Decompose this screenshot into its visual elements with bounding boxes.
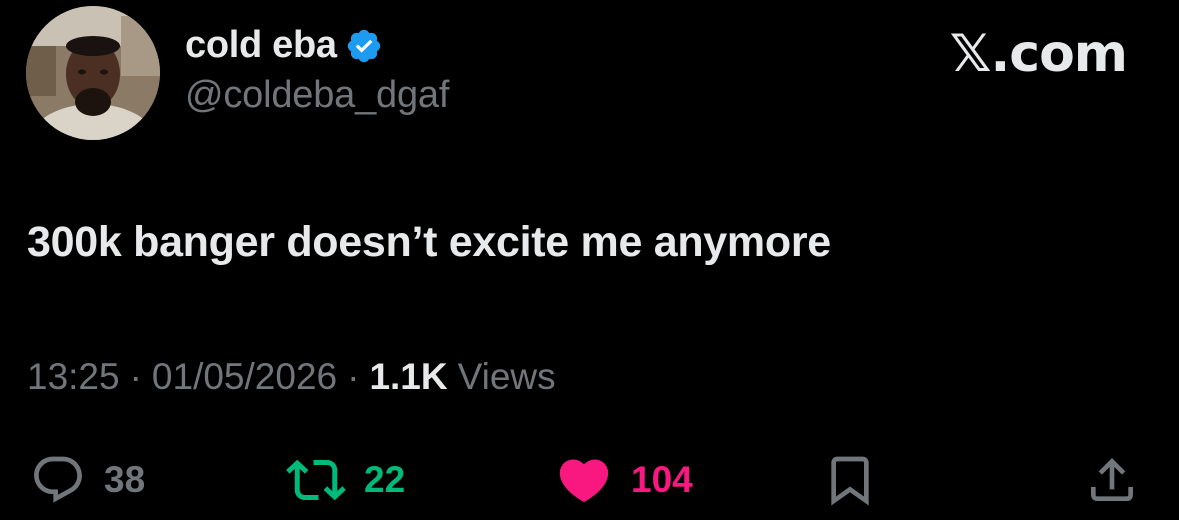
share-icon <box>1091 458 1133 501</box>
meta-separator: · <box>129 356 142 397</box>
tweet-card: cold eba @coldeba_dgaf 𝕏.com 300k banger… <box>0 0 1179 520</box>
tweet-text: 300k banger doesn’t excite me anymore <box>27 218 831 266</box>
reply-button[interactable]: 38 <box>30 450 145 510</box>
tweet-meta: 13:25 · 01/05/2026 · 1.1K Views <box>27 356 556 398</box>
tweet-date[interactable]: 01/05/2026 <box>152 356 337 398</box>
verified-badge-icon <box>347 29 380 63</box>
action-bar: 38 22 104 <box>0 450 1179 510</box>
avatar[interactable] <box>26 6 160 140</box>
views-count: 1.1K <box>369 356 448 397</box>
retweet-button[interactable]: 22 <box>286 450 405 510</box>
reply-count: 38 <box>104 459 146 500</box>
bookmark-icon <box>831 456 869 506</box>
retweet-arrows-icon <box>286 459 346 501</box>
like-count: 104 <box>631 459 693 500</box>
meta-separator: · <box>347 356 360 397</box>
brand-watermark: 𝕏.com <box>949 24 1128 84</box>
heart-icon <box>559 459 609 503</box>
author-name-row: cold eba <box>185 20 383 70</box>
reply-bubble-icon <box>34 456 82 503</box>
share-button[interactable] <box>1084 450 1140 510</box>
bookmark-button[interactable] <box>822 450 878 510</box>
author-handle[interactable]: @coldeba_dgaf <box>185 74 449 117</box>
views-label: Views <box>457 356 556 397</box>
like-button[interactable]: 104 <box>555 450 693 510</box>
author-display-name[interactable]: cold eba <box>185 24 337 67</box>
avatar-image <box>26 6 160 140</box>
retweet-count: 22 <box>364 459 406 500</box>
tweet-time[interactable]: 13:25 <box>27 356 120 398</box>
